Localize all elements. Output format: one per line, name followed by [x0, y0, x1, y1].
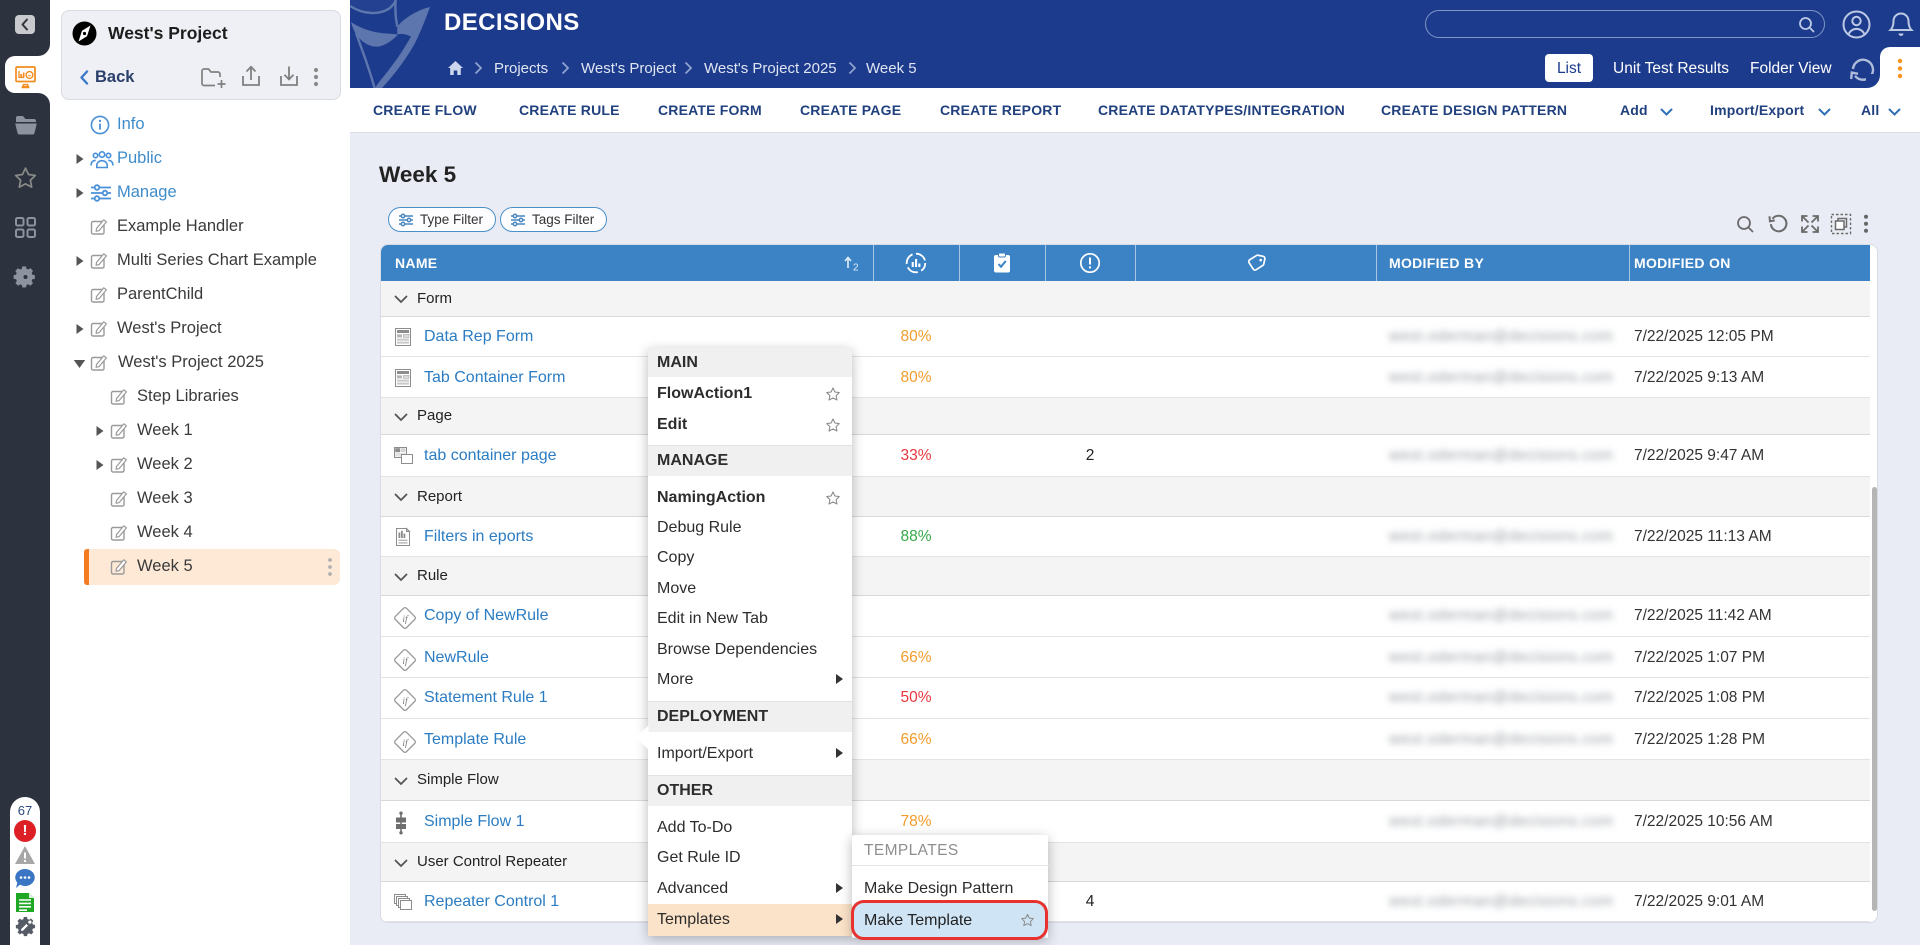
svg-text:2: 2	[853, 263, 859, 273]
